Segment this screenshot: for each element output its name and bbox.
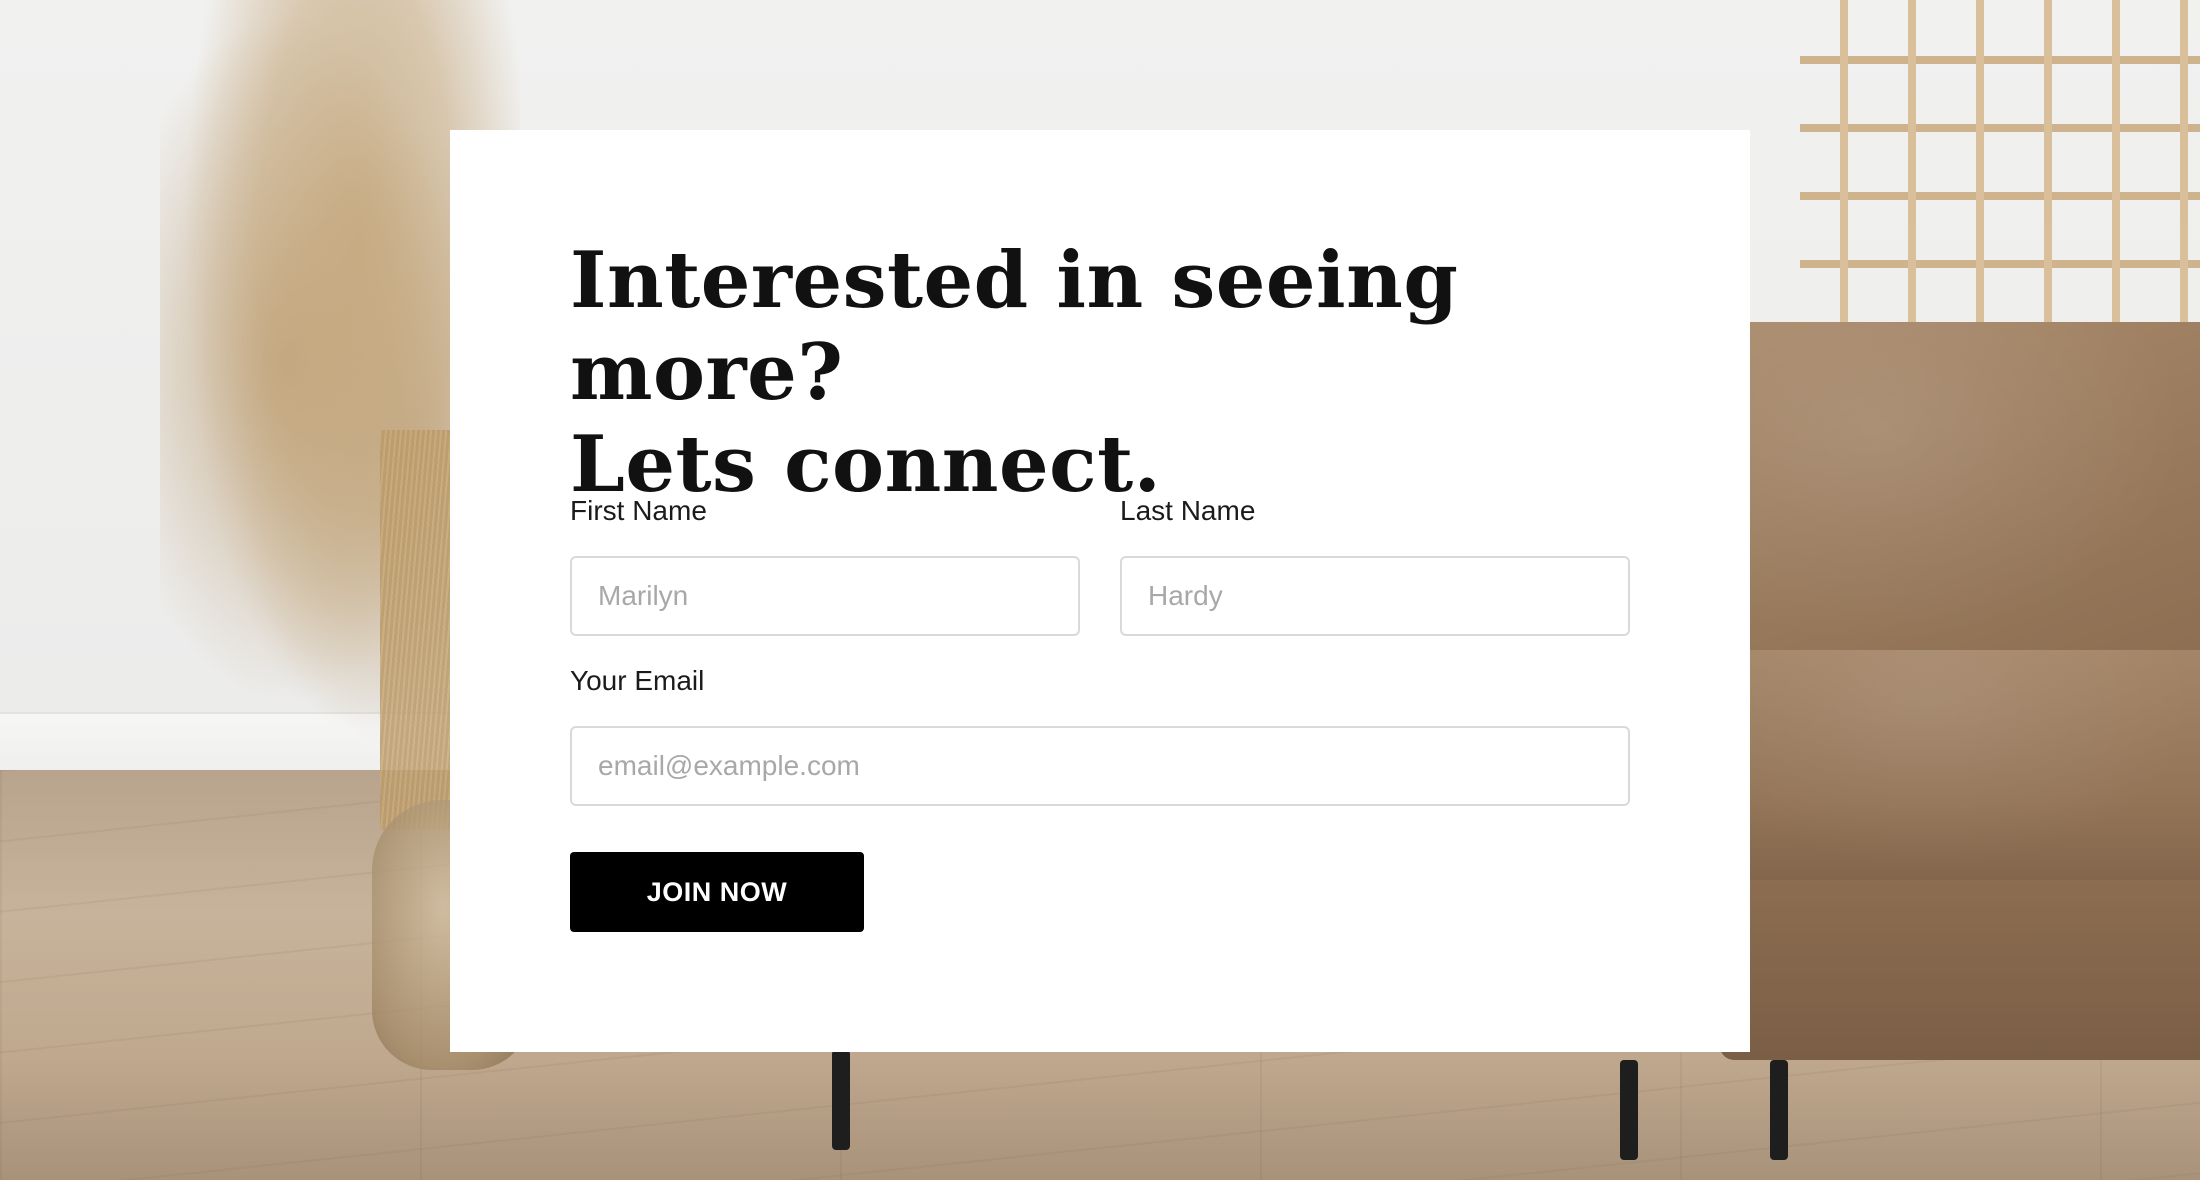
sofa-base [1720, 880, 2200, 1060]
page-title: Interested in seeing more? Lets connect. [570, 235, 1650, 511]
headline-line-1: Interested in seeing more? [570, 235, 1459, 418]
sofa-back-cushion [1720, 322, 2200, 682]
last-name-input[interactable] [1120, 556, 1630, 636]
join-now-button[interactable]: JOIN NOW [570, 852, 864, 932]
first-name-input[interactable] [570, 556, 1080, 636]
email-input[interactable] [570, 726, 1630, 806]
sofa-seat-cushion [1720, 650, 2200, 900]
signup-card: Interested in seeing more? Lets connect.… [450, 130, 1750, 1052]
background-photo: Interested in seeing more? Lets connect.… [0, 0, 2200, 1180]
pampas-stems [380, 430, 450, 830]
rattan-trellis [1800, 0, 2200, 340]
sofa-leg [1620, 1060, 1638, 1160]
sofa-leg [1770, 1060, 1788, 1160]
last-name-label: Last Name [1120, 495, 1256, 526]
email-label: Your Email [570, 665, 705, 696]
first-name-label: First Name [570, 495, 707, 526]
sofa-leg [832, 1050, 850, 1150]
